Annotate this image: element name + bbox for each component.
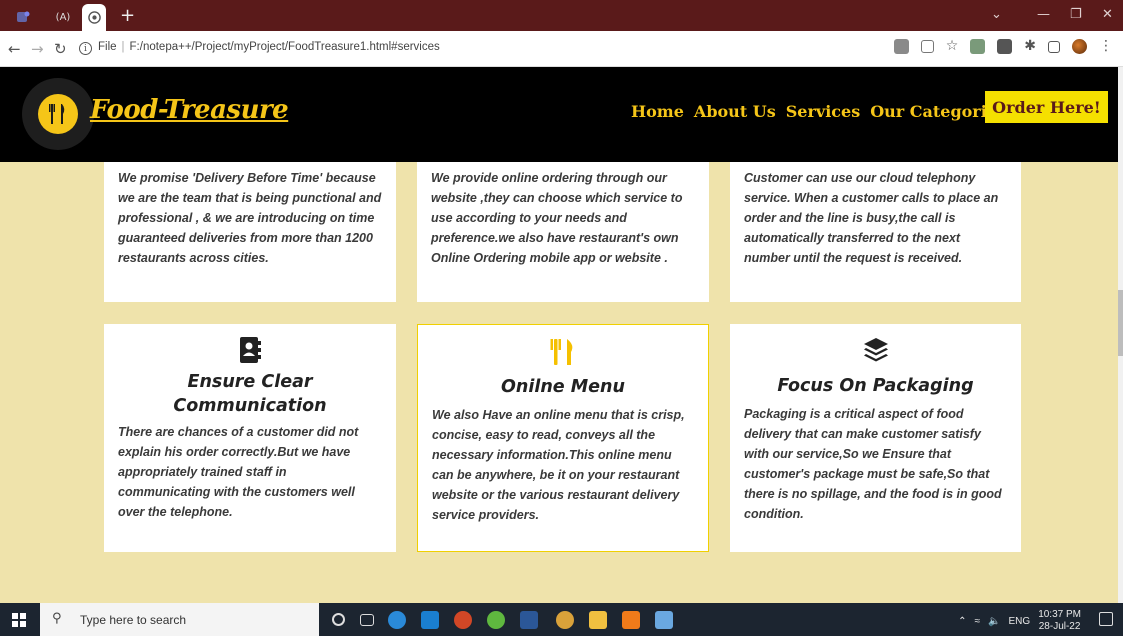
service-card-text: There are chances of a customer did not … xyxy=(118,425,359,519)
service-card-title: Onilne Menu xyxy=(501,377,625,397)
system-tray: ⌃ ≈ 🔈 ENG 10:37 PM 28-Jul-22 xyxy=(958,609,1081,633)
sublime-icon[interactable] xyxy=(622,611,640,629)
tab-search-icon[interactable]: ⌄ xyxy=(991,7,1002,22)
restore-icon[interactable]: ❐ xyxy=(1070,7,1082,22)
mail-icon[interactable] xyxy=(421,611,439,629)
translate-icon[interactable] xyxy=(893,39,909,54)
utensils-icon xyxy=(550,339,573,365)
close-icon[interactable]: ✕ xyxy=(1102,7,1113,22)
browser-toolbar-icons: ☆ ✱ ⋮ xyxy=(893,39,1113,54)
edge-icon[interactable] xyxy=(388,611,406,629)
minimize-icon[interactable]: — xyxy=(1037,7,1050,22)
bookmark-star-icon[interactable]: ☆ xyxy=(946,39,959,54)
file-explorer-icon[interactable] xyxy=(589,611,607,629)
volume-icon[interactable]: 🔈 xyxy=(988,616,1000,627)
windows-taskbar: ⚲ Type here to search ⌃ ≈ 🔈 ENG 10:37 PM… xyxy=(0,603,1123,636)
side-panel-icon[interactable] xyxy=(1048,40,1060,53)
service-card-online-menu: Onilne Menu We also Have an online menu … xyxy=(417,324,709,552)
chrome-icon[interactable] xyxy=(556,611,574,629)
main-nav: Home About Us Services Our Categories xyxy=(631,102,1006,121)
url-prefix: File xyxy=(98,41,117,53)
w-app-icon[interactable] xyxy=(487,611,505,629)
url-separator: | xyxy=(121,41,125,53)
tab-code[interactable]: (A) xyxy=(48,6,78,28)
download-icon[interactable] xyxy=(970,39,986,54)
service-card-telephony: Customer can use our cloud telephony ser… xyxy=(730,162,1021,302)
wifi-icon[interactable]: ≈ xyxy=(975,616,981,627)
clock-date: 28-Jul-22 xyxy=(1038,621,1081,632)
nav-home[interactable]: Home xyxy=(631,102,684,121)
service-card-text: We also Have an online menu that is cris… xyxy=(432,408,685,522)
taskbar-search-placeholder: Type here to search xyxy=(80,613,187,627)
service-card-title: Ensure Clear Communication xyxy=(173,372,327,416)
taskbar-search-box[interactable]: ⚲ Type here to search xyxy=(40,603,319,636)
service-card-text: Customer can use our cloud telephony ser… xyxy=(744,171,999,265)
service-card-text: Packaging is a critical aspect of food d… xyxy=(744,407,1002,521)
powerpoint-icon[interactable] xyxy=(454,611,472,629)
info-icon[interactable]: i xyxy=(79,42,92,55)
logo-utensils-icon xyxy=(38,94,78,134)
url-text: F:/notepa++/Project/myProject/FoodTreasu… xyxy=(129,41,440,53)
layers-icon xyxy=(863,338,888,362)
search-icon: ⚲ xyxy=(52,611,62,626)
service-card-online-ordering: We provide online ordering through our w… xyxy=(417,162,709,302)
kebab-menu-icon[interactable]: ⋮ xyxy=(1099,39,1113,54)
service-card-delivery: We promise 'Delivery Before Time' becaus… xyxy=(104,162,396,302)
contact-book-icon xyxy=(240,337,261,363)
notification-center-icon[interactable] xyxy=(1099,612,1113,626)
logo[interactable] xyxy=(22,78,94,150)
service-card-text: We provide online ordering through our w… xyxy=(431,171,683,265)
task-view-icon[interactable] xyxy=(360,614,374,626)
service-card-communication: Ensure Clear Communication There are cha… xyxy=(104,324,396,552)
service-card-title: Focus On Packaging xyxy=(777,376,974,396)
order-here-button[interactable]: Order Here! xyxy=(985,91,1108,123)
windows-start-icon[interactable] xyxy=(12,613,26,627)
back-icon[interactable]: ← xyxy=(8,40,21,58)
chrome-globe-icon xyxy=(87,11,101,24)
tab-teams[interactable] xyxy=(10,6,36,28)
share-icon[interactable] xyxy=(920,40,934,53)
extensions-puzzle-icon[interactable]: ✱ xyxy=(1024,39,1036,54)
extension-s-icon[interactable] xyxy=(997,39,1013,54)
service-card-text: We promise 'Delivery Before Time' becaus… xyxy=(118,171,382,265)
profile-avatar[interactable] xyxy=(1072,39,1087,54)
word-icon[interactable] xyxy=(520,611,538,629)
brand-name[interactable]: Food-Treasure xyxy=(90,95,289,125)
address-bar-row: ← → ↻ i File | F:/notepa++/Project/myProje… xyxy=(0,31,1123,67)
notepad-icon[interactable] xyxy=(655,611,673,629)
browser-tab-bar: (A) + ⌄ — ❐ ✕ xyxy=(0,0,1123,31)
teams-icon xyxy=(17,11,30,22)
clock[interactable]: 10:37 PM 28-Jul-22 xyxy=(1038,609,1081,633)
chevron-up-icon[interactable]: ⌃ xyxy=(958,616,966,627)
clock-time: 10:37 PM xyxy=(1038,609,1081,620)
nav-services[interactable]: Services xyxy=(786,102,860,121)
site-header: Food-Treasure Home About Us Services Our… xyxy=(0,67,1118,162)
language-indicator[interactable]: ENG xyxy=(1009,616,1031,627)
forward-icon[interactable]: → xyxy=(31,40,44,58)
tab-active[interactable] xyxy=(82,4,106,31)
cortana-icon[interactable] xyxy=(332,613,345,626)
scrollbar-thumb[interactable] xyxy=(1118,290,1123,356)
url-field[interactable]: File | F:/notepa++/Project/myProject/FoodT… xyxy=(98,41,440,53)
nav-about-us[interactable]: About Us xyxy=(694,102,776,121)
new-tab-button[interactable]: + xyxy=(120,5,135,26)
reload-icon[interactable]: ↻ xyxy=(54,40,67,58)
code-icon: (A) xyxy=(55,11,71,23)
service-card-packaging: Focus On Packaging Packaging is a critic… xyxy=(730,324,1021,552)
